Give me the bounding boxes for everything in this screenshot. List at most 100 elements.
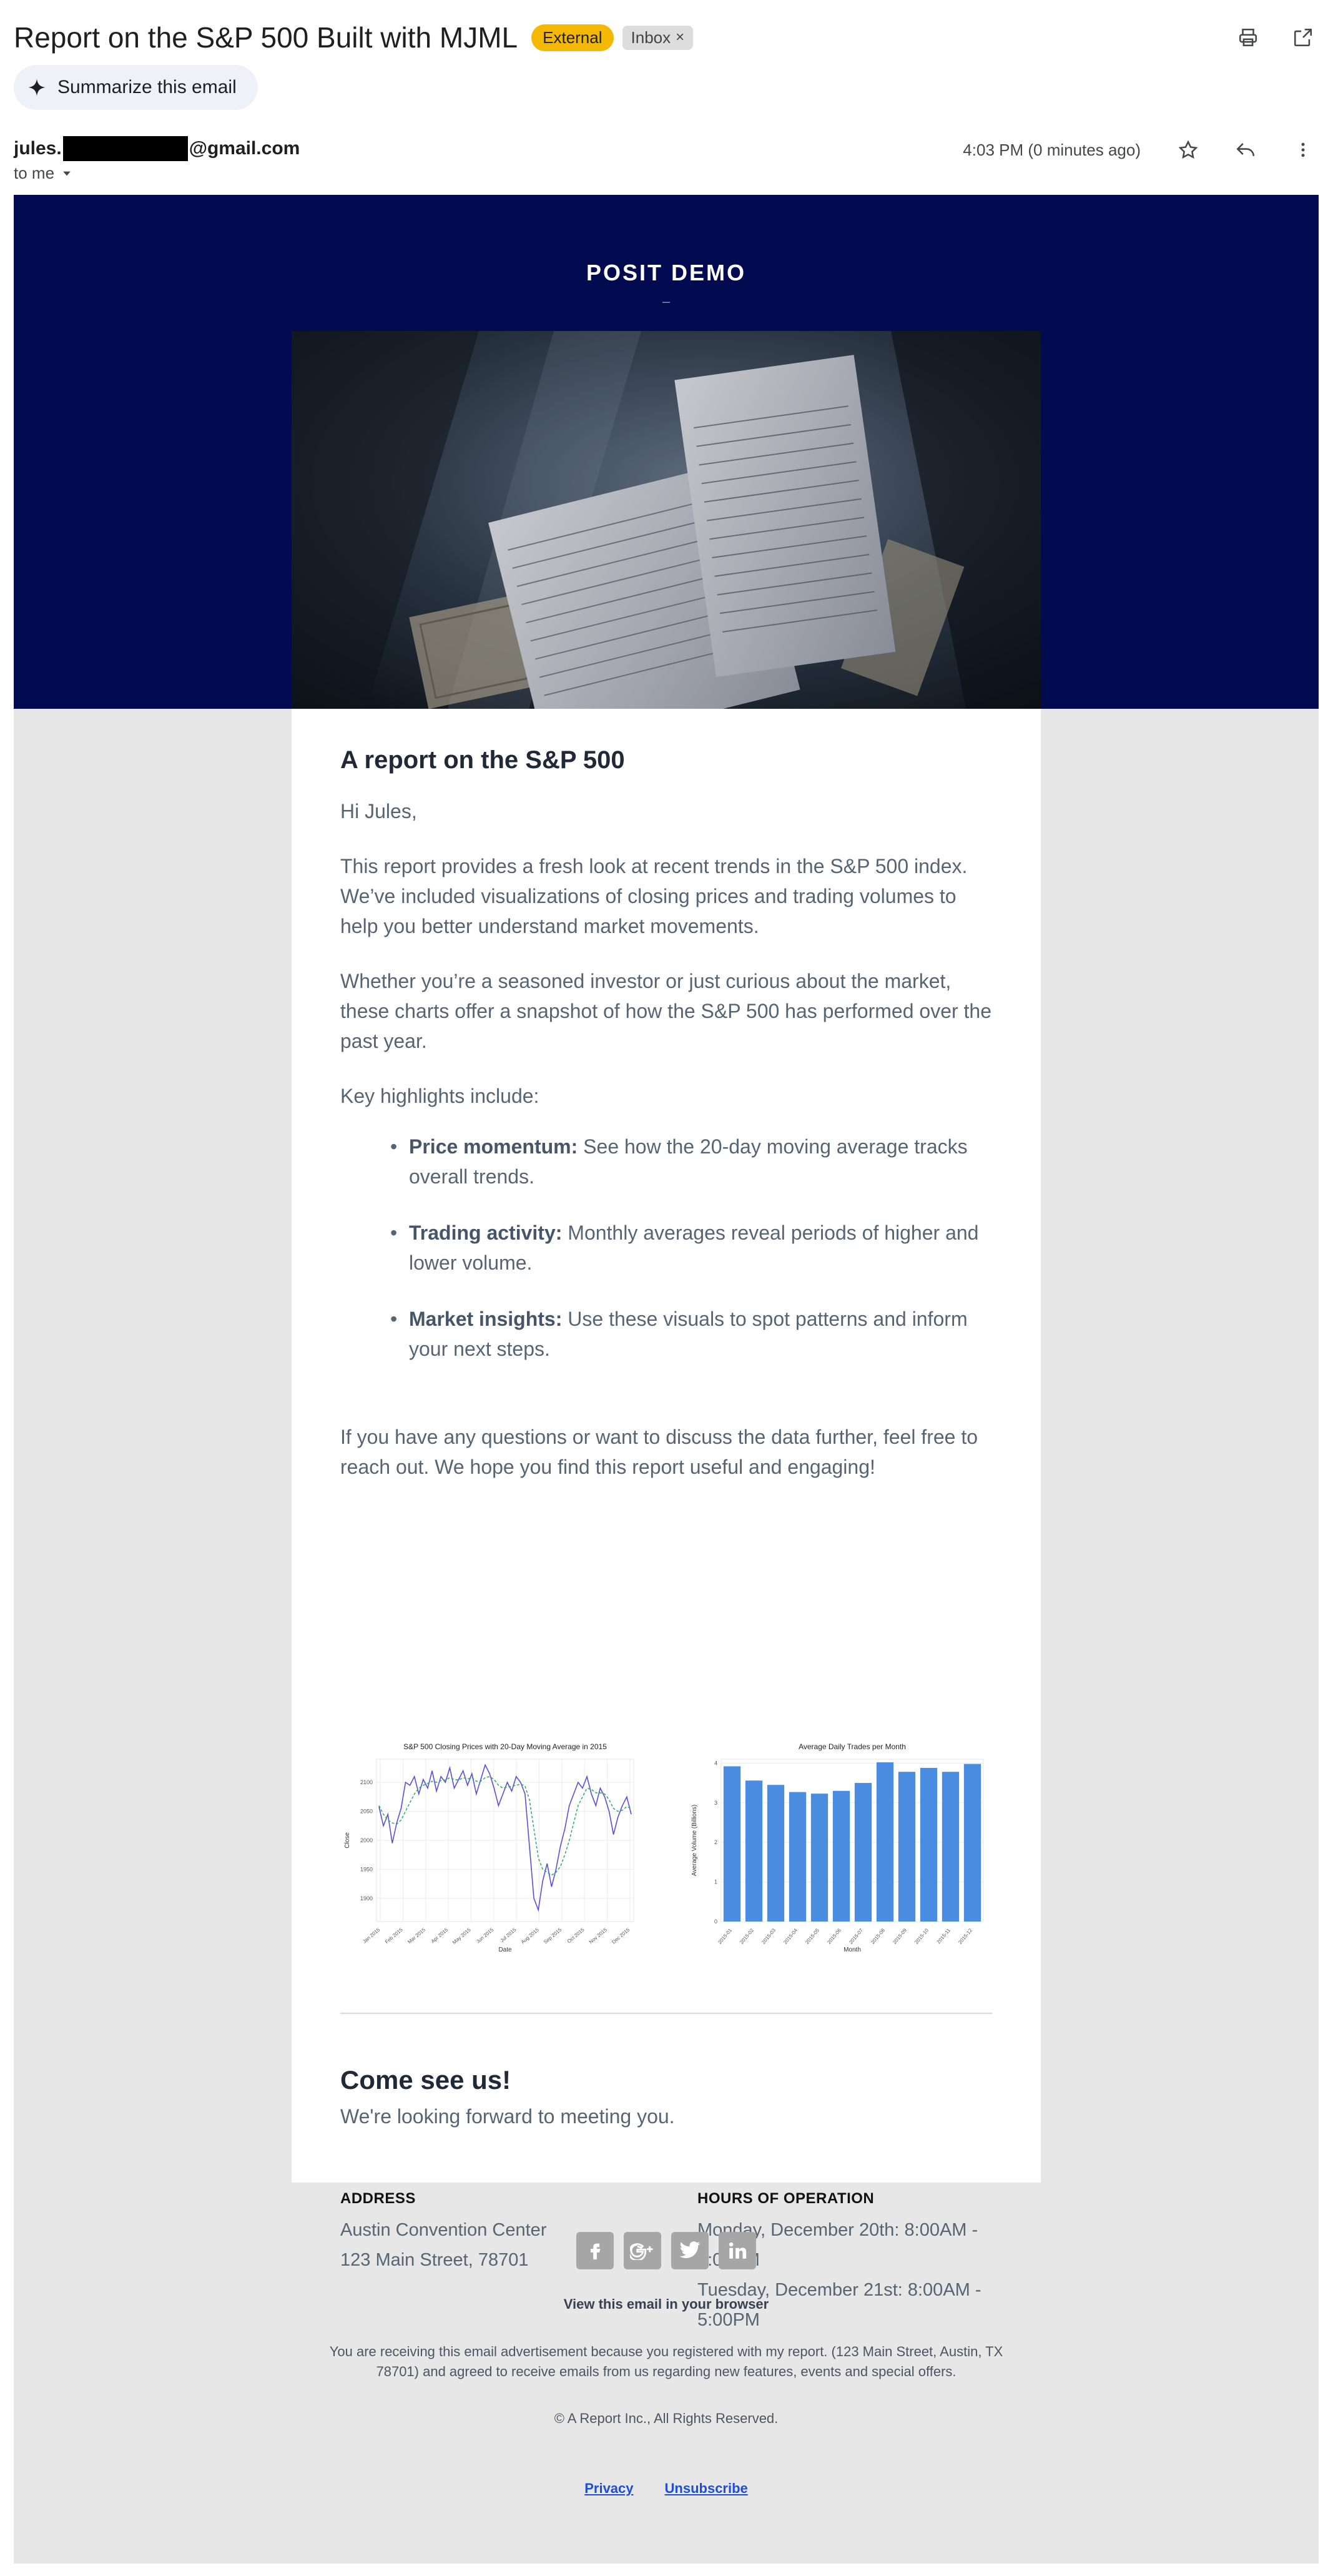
- x-tick-label: 2015-03: [760, 1927, 777, 1945]
- inbox-label-text: Inbox: [631, 27, 671, 47]
- y-axis-label: Average Volume (Billions): [691, 1805, 698, 1876]
- y-tick-label: 1: [714, 1879, 717, 1885]
- charts-row: S&P 500 Closing Prices with 20-Day Movin…: [340, 1734, 992, 1959]
- y-tick-label: 2000: [360, 1837, 373, 1843]
- y-tick-label: 2100: [360, 1779, 373, 1785]
- x-tick-label: 2015-02: [739, 1927, 755, 1945]
- chart-title: S&P 500 Closing Prices with 20-Day Movin…: [403, 1742, 607, 1751]
- x-tick-label: Jan 2015: [362, 1927, 381, 1944]
- x-axis-label: Month: [844, 1947, 861, 1953]
- more-vert-icon: [1301, 142, 1305, 157]
- social-icons: [14, 2232, 1319, 2269]
- y-tick-label: 0: [714, 1918, 717, 1925]
- x-tick-label: 2015-04: [782, 1927, 799, 1945]
- star-icon: [1178, 140, 1198, 159]
- bar: [898, 1772, 916, 1922]
- section-divider: [340, 2013, 992, 2014]
- bar: [745, 1780, 763, 1922]
- email-body: POSIT DEMO – A report on the S&P 500 Hi …: [14, 195, 1319, 2564]
- bar: [789, 1792, 807, 1922]
- message-time: 4:03 PM (0 minutes ago): [963, 140, 1141, 159]
- greeting: Hi Jules,: [340, 800, 417, 822]
- sender-address[interactable]: jules. @gmail.com: [14, 136, 300, 161]
- bar: [810, 1794, 829, 1922]
- to-me-label: to me: [14, 164, 55, 182]
- top-actions: [1232, 21, 1319, 54]
- bar: [767, 1785, 785, 1922]
- y-tick-label: 1900: [360, 1895, 373, 1902]
- list-item: Market insights: Use these visuals to sp…: [390, 1304, 990, 1364]
- print-icon: [1239, 28, 1257, 47]
- message-meta: 4:03 PM (0 minutes ago): [963, 134, 1319, 166]
- x-tick-label: 2015-10: [913, 1927, 930, 1945]
- summarize-button[interactable]: Summarize this email: [14, 65, 258, 110]
- x-tick-label: Sep 2015: [543, 1927, 563, 1945]
- x-tick-label: Apr 2015: [430, 1927, 450, 1944]
- inbox-label[interactable]: Inbox ×: [622, 25, 694, 50]
- privacy-link[interactable]: Privacy: [584, 2480, 633, 2497]
- x-tick-label: Feb 2015: [384, 1927, 404, 1945]
- sender-suffix: @gmail.com: [189, 138, 300, 159]
- more-options-button[interactable]: [1287, 134, 1319, 166]
- bullet-bold: Trading activity:: [409, 1221, 563, 1244]
- address-heading: ADDRESS: [340, 2190, 416, 2207]
- x-tick-label: May 2015: [451, 1927, 472, 1945]
- reply-icon: [1236, 143, 1255, 157]
- star-button[interactable]: [1172, 134, 1204, 166]
- caret-down-icon: [63, 171, 71, 175]
- bar: [942, 1772, 960, 1922]
- unsubscribe-link[interactable]: Unsubscribe: [665, 2480, 748, 2497]
- sp500-line-chart: S&P 500 Closing Prices with 20-Day Movin…: [344, 1742, 634, 1953]
- google-plus-icon[interactable]: [624, 2232, 661, 2269]
- remove-label-icon[interactable]: ×: [676, 29, 684, 46]
- intro-paragraph: This report provides a fresh look at rec…: [340, 855, 968, 937]
- open-new-window-button[interactable]: [1287, 21, 1319, 54]
- summarize-label: Summarize this email: [57, 77, 237, 97]
- x-tick-label: 2015-11: [936, 1927, 952, 1945]
- come-see-title: Come see us!: [340, 2065, 511, 2095]
- footer-notice: You are receiving this email advertiseme…: [329, 2344, 1003, 2379]
- x-tick-label: Nov 2015: [588, 1927, 608, 1945]
- list-item: Price momentum: See how the 20-day movin…: [390, 1132, 990, 1192]
- recipients-dropdown[interactable]: to me: [14, 164, 73, 183]
- print-button[interactable]: [1232, 21, 1264, 54]
- facebook-icon[interactable]: [576, 2232, 614, 2269]
- hero-image-newspapers: [292, 331, 1041, 709]
- email-subject: Report on the S&P 500 Built with MJML: [14, 21, 518, 54]
- subject-row: Report on the S&P 500 Built with MJML Ex…: [14, 17, 1319, 57]
- y-axis-label: Close: [344, 1832, 351, 1848]
- footer-links: Privacy Unsubscribe: [14, 2480, 1319, 2497]
- brand-title: POSIT DEMO: [586, 260, 747, 285]
- content-card: A report on the S&P 500 Hi Jules, This r…: [292, 709, 1041, 2330]
- y-tick-label: 1950: [360, 1866, 373, 1872]
- chart-title: Average Daily Trades per Month: [799, 1742, 906, 1751]
- x-tick-label: Jun 2015: [475, 1927, 494, 1944]
- twitter-icon[interactable]: [671, 2232, 709, 2269]
- y-tick-label: 4: [714, 1760, 717, 1766]
- bullet-bold: Market insights:: [409, 1308, 563, 1330]
- bar: [854, 1783, 872, 1922]
- come-see-subtitle: We're looking forward to meeting you.: [340, 2105, 675, 2128]
- bar: [963, 1764, 981, 1922]
- x-tick-label: 2015-01: [717, 1927, 733, 1945]
- x-tick-label: Oct 2015: [566, 1927, 586, 1944]
- x-tick-label: Aug 2015: [520, 1927, 540, 1945]
- x-tick-label: 2015-06: [826, 1927, 842, 1945]
- brand-dash: –: [662, 294, 671, 309]
- y-tick-label: 3: [714, 1800, 717, 1806]
- x-axis-label: Date: [498, 1947, 512, 1953]
- redaction-box: [62, 136, 188, 161]
- x-tick-label: Mar 2015: [406, 1927, 426, 1945]
- x-tick-label: 2015-07: [848, 1927, 864, 1945]
- volume-bar-chart: Average Daily Trades per Month 0 1 2 3 4 2015-…: [691, 1742, 984, 1953]
- y-tick-label: 2050: [360, 1809, 373, 1815]
- bar: [876, 1762, 894, 1922]
- bullet-bold: Price momentum:: [409, 1135, 578, 1158]
- sender-row: jules. @gmail.com 4:03 PM (0 minutes ago): [14, 134, 1319, 164]
- view-in-browser-link[interactable]: View this email in your browser: [14, 2296, 1319, 2312]
- y-tick-label: 2: [714, 1839, 717, 1845]
- x-tick-label: Dec 2015: [611, 1927, 631, 1945]
- reply-button[interactable]: [1229, 134, 1262, 166]
- linkedin-icon[interactable]: [719, 2232, 756, 2269]
- bar: [832, 1790, 850, 1922]
